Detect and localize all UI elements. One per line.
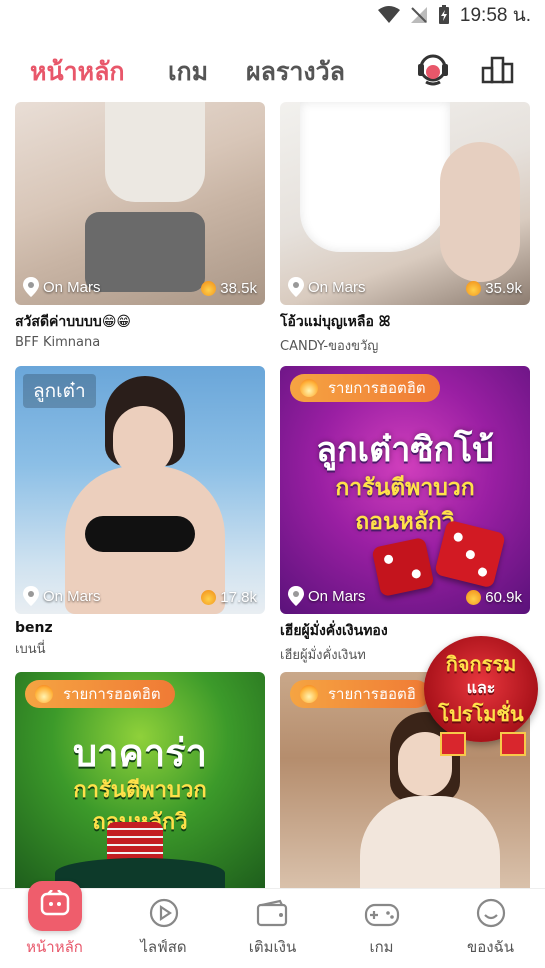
flame-icon — [35, 685, 53, 703]
bottom-tab-games[interactable]: เกม — [327, 889, 436, 968]
bottom-tab-topup[interactable]: เติมเงิน — [218, 889, 327, 968]
status-bar: 19:58 น. — [0, 0, 545, 30]
card-title: โอ้วแม่บุญเหลือ ꕤ — [280, 314, 391, 330]
card-table-icon — [55, 858, 225, 888]
live-feed: On Mars 38.5k สวัสดีค่าบบบบ😁😁 BFF Kimnan… — [0, 102, 545, 888]
live-thumbnail[interactable]: On Mars 38.5k — [15, 102, 265, 305]
flame-icon — [300, 685, 318, 703]
live-thumbnail[interactable]: รายการฮอตฮิต ลูกเต๋าซิกโบ้ การันตีพาบวก … — [280, 366, 530, 614]
gift-box-icon — [440, 732, 466, 756]
live-card[interactable]: On Mars 35.9k โอ้วแม่บุญเหลือ ꕤ CANDY-ขอ… — [280, 102, 530, 356]
hot-list-badge: รายการฮอตฮิต — [25, 680, 175, 708]
promo-line: การันตีพาบวก — [73, 778, 207, 803]
battery-charging-icon — [438, 5, 450, 25]
flame-icon — [300, 379, 318, 397]
viewer-count: 35.9k — [466, 280, 522, 297]
promotion-floating-button[interactable]: กิจกรรม และ โปรโมชั่น — [420, 632, 542, 762]
location-tag: On Mars — [23, 277, 101, 297]
promo-headline: ลูกเต๋าซิกโบ้ — [316, 430, 494, 470]
dice-icon — [371, 536, 435, 598]
bottom-tab-label: ไลฟ์สด — [140, 938, 187, 956]
gamepad-icon — [364, 903, 399, 927]
overlay-text: ลูกเต๋า — [23, 374, 96, 408]
viewer-count: 17.8k — [201, 589, 257, 606]
support-agent-icon[interactable] — [414, 50, 452, 88]
location-tag: On Mars — [288, 586, 366, 606]
tab-games[interactable]: เกม — [168, 52, 208, 92]
clock: 19:58 น. — [459, 5, 531, 26]
promo-line: โปรโมชั่น — [438, 702, 524, 726]
location-tag: On Mars — [23, 586, 101, 606]
wallet-icon — [256, 899, 287, 927]
card-title: benz — [15, 620, 53, 636]
location-pin-icon — [23, 586, 39, 606]
location-pin-icon — [288, 586, 304, 606]
bottom-navigation: หน้าหลัก ไลฟ์สด เติมเงิน เกม ของฉัน — [0, 881, 545, 968]
location-tag: On Mars — [288, 277, 366, 297]
location-pin-icon — [288, 277, 304, 297]
wifi-icon — [377, 6, 400, 24]
home-icon — [27, 881, 82, 931]
tab-results[interactable]: ผลรางวัล — [246, 52, 345, 92]
bottom-tab-profile[interactable]: ของฉัน — [436, 889, 545, 968]
live-card[interactable]: รายการฮอตฮิต บาคาร่า การันตีพาบวก ถอนหลั… — [15, 672, 265, 888]
no-signal-icon — [410, 6, 428, 24]
live-thumbnail[interactable]: On Mars 35.9k — [280, 102, 530, 305]
flame-icon — [466, 590, 482, 605]
bottom-tab-label: ของฉัน — [466, 938, 515, 956]
hot-list-badge: รายการฮอตฮิต — [290, 374, 440, 402]
location-pin-icon — [23, 277, 39, 297]
top-navigation: หน้าหลัก เกม ผลรางวัล — [0, 44, 545, 98]
bottom-tab-label: หน้าหลัก — [26, 938, 83, 956]
viewer-count: 60.9k — [466, 589, 522, 606]
smiley-icon — [476, 898, 505, 928]
hot-list-badge: รายการฮอตฮิ — [290, 680, 430, 708]
card-title: สวัสดีค่าบบบบ😁😁 — [15, 314, 132, 330]
live-thumbnail[interactable]: รายการฮอตฮิต บาคาร่า การันตีพาบวก ถอนหลั… — [15, 672, 265, 888]
live-card[interactable]: On Mars 38.5k สวัสดีค่าบบบบ😁😁 BFF Kimnan… — [15, 102, 265, 350]
bottom-tab-home[interactable]: หน้าหลัก — [0, 881, 109, 968]
flame-icon — [466, 281, 482, 296]
bottom-tab-label: เติมเงิน — [248, 938, 297, 956]
live-card[interactable]: รายการฮอตฮิต ลูกเต๋าซิกโบ้ การันตีพาบวก … — [280, 366, 530, 665]
live-play-icon — [149, 898, 178, 928]
viewer-count: 38.5k — [201, 280, 257, 297]
flame-icon — [201, 590, 217, 605]
live-card[interactable]: ลูกเต๋า On Mars 17.8k benz เบนนี่ — [15, 366, 265, 659]
ranking-podium-icon[interactable] — [479, 50, 517, 88]
bottom-tab-label: เกม — [369, 938, 394, 956]
card-host-name: BFF Kimnana — [15, 335, 101, 350]
live-thumbnail[interactable]: ลูกเต๋า On Mars 17.8k — [15, 366, 265, 614]
card-host-name: เบนนี่ — [15, 642, 46, 657]
flame-icon — [201, 281, 217, 296]
promo-line: การันตีพาบวก — [335, 475, 475, 501]
gift-box-icon — [500, 732, 526, 756]
bottom-tab-live[interactable]: ไลฟ์สด — [109, 889, 218, 968]
card-host-name: CANDY-ของขวัญ — [280, 339, 379, 354]
tab-home[interactable]: หน้าหลัก — [30, 52, 125, 92]
